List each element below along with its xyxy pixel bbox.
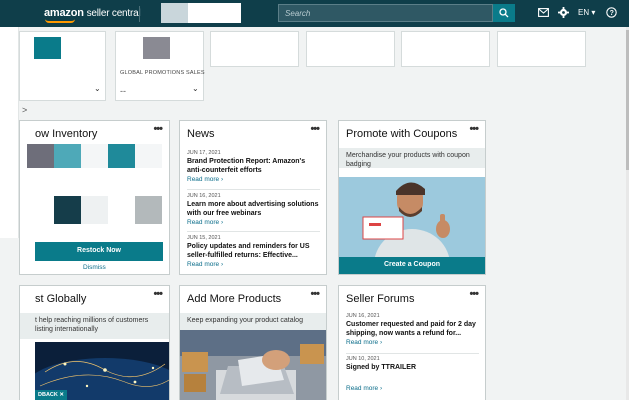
- forum-date: JUN 10, 2021: [346, 356, 380, 362]
- news-headline[interactable]: Policy updates and reminders for US sell…: [187, 243, 320, 260]
- seller-central-logo[interactable]: amazon seller central: [44, 7, 141, 19]
- sidebar-expand-chevron-icon[interactable]: >: [22, 105, 27, 115]
- chevron-down-icon[interactable]: ⌄: [94, 84, 101, 93]
- search-input[interactable]: Search: [278, 4, 493, 22]
- search-button[interactable]: [493, 4, 515, 22]
- product-image[interactable]: [81, 196, 108, 224]
- metric-card[interactable]: [401, 31, 490, 67]
- news-item: JUN 15, 2021 Policy updates and reminder…: [187, 235, 320, 268]
- header-divider: [139, 6, 140, 22]
- account-switcher-image[interactable]: [161, 3, 188, 23]
- global-promotions-value: --: [120, 86, 126, 96]
- top-navigation-bar: amazon seller central Search EN ▾ ?: [0, 0, 629, 27]
- logo-smile-icon: [45, 19, 75, 23]
- divider: [187, 189, 320, 190]
- more-options-icon[interactable]: •••: [153, 288, 163, 300]
- products-laptop-image: [180, 330, 326, 400]
- forum-date: JUN 16, 2021: [346, 313, 380, 319]
- read-more-link[interactable]: Read more ›: [187, 176, 320, 183]
- product-image[interactable]: [81, 144, 108, 168]
- news-item: JUN 16, 2021 Learn more about advertisin…: [187, 193, 320, 226]
- card-subtitle: t help reaching millions of customers li…: [20, 313, 169, 339]
- divider: [346, 353, 479, 354]
- news-item: JUN 17, 2021 Brand Protection Report: Am…: [187, 150, 320, 183]
- feedback-label: DBACK: [38, 392, 58, 398]
- more-options-icon[interactable]: •••: [469, 123, 479, 135]
- dismiss-link[interactable]: Dismiss: [83, 264, 106, 271]
- product-image[interactable]: [54, 196, 81, 224]
- close-icon[interactable]: ✕: [59, 392, 64, 398]
- svg-text:?: ?: [610, 10, 614, 17]
- metric-image: [34, 37, 61, 59]
- more-options-icon[interactable]: •••: [469, 288, 479, 300]
- product-image[interactable]: [108, 144, 135, 168]
- divider: [187, 231, 320, 232]
- gear-icon[interactable]: [558, 7, 569, 18]
- forum-headline[interactable]: Customer requested and paid for 2 day sh…: [346, 321, 479, 338]
- read-more-link[interactable]: Read more ›: [187, 219, 320, 226]
- metric-card[interactable]: [497, 31, 586, 67]
- news-date: JUN 16, 2021: [187, 193, 221, 199]
- news-headline[interactable]: Brand Protection Report: Amazon's anti-c…: [187, 158, 320, 175]
- metric-card[interactable]: ⌄: [19, 31, 106, 101]
- chevron-down-icon: ▾: [591, 8, 596, 17]
- coupon-promo-image: [339, 177, 485, 257]
- news-date: JUN 17, 2021: [187, 150, 221, 156]
- forum-item: JUN 10, 2021 Signed by TTRAILER: [346, 356, 479, 373]
- card-title: Add More Products: [187, 293, 282, 305]
- sell-globally-card: st Globally ••• t help reaching millions…: [19, 285, 170, 400]
- card-title: ow Inventory: [35, 128, 98, 140]
- product-image[interactable]: [135, 144, 162, 168]
- help-icon[interactable]: ?: [606, 7, 617, 18]
- logo-brand: amazon: [44, 7, 84, 19]
- global-promotions-card[interactable]: ⌄: [115, 31, 204, 101]
- logo-suffix: seller central: [86, 8, 141, 19]
- news-headline[interactable]: Learn more about advertising solutions w…: [187, 201, 320, 218]
- card-title: st Globally: [35, 293, 87, 305]
- seller-forums-card: Seller Forums ••• JUN 16, 2021 Customer …: [338, 285, 486, 400]
- language-selector[interactable]: EN ▾: [578, 8, 595, 17]
- card-title: Promote with Coupons: [346, 128, 458, 140]
- metric-card[interactable]: [210, 31, 299, 67]
- inventory-card: ow Inventory ••• Restock Now Dismiss: [19, 120, 170, 275]
- read-more-link[interactable]: Read more ›: [187, 261, 320, 268]
- left-sidebar: [0, 27, 19, 238]
- global-promotions-label: GLOBAL PROMOTIONS SALES: [120, 70, 205, 76]
- card-subtitle: Keep expanding your product catalog: [180, 313, 326, 330]
- product-image[interactable]: [54, 144, 81, 168]
- more-options-icon[interactable]: •••: [310, 288, 320, 300]
- read-more-link[interactable]: Read more ›: [346, 339, 479, 346]
- restock-now-button[interactable]: Restock Now: [35, 242, 163, 261]
- language-label: EN: [578, 8, 590, 17]
- news-card: News ••• JUN 17, 2021 Brand Protection R…: [179, 120, 327, 275]
- forum-item: JUN 16, 2021 Customer requested and paid…: [346, 313, 479, 346]
- coupons-card: Promote with Coupons ••• Merchandise you…: [338, 120, 486, 275]
- add-products-card: Add More Products ••• Keep expanding you…: [179, 285, 327, 400]
- read-more-link[interactable]: Read more ›: [346, 385, 382, 392]
- product-image[interactable]: [135, 196, 162, 224]
- create-coupon-button[interactable]: Create a Coupon: [339, 257, 485, 274]
- mail-icon[interactable]: [538, 8, 549, 17]
- metric-image: [143, 37, 170, 59]
- chevron-down-icon[interactable]: ⌄: [192, 84, 199, 93]
- account-switcher-label[interactable]: [188, 3, 241, 23]
- card-subtitle: Merchandise your products with coupon ba…: [339, 148, 485, 168]
- more-options-icon[interactable]: •••: [310, 123, 320, 135]
- forum-headline[interactable]: Signed by TTRAILER: [346, 364, 479, 373]
- metric-card[interactable]: [306, 31, 395, 67]
- more-options-icon[interactable]: •••: [153, 123, 163, 135]
- news-date: JUN 15, 2021: [187, 235, 221, 241]
- product-image[interactable]: [27, 144, 54, 168]
- feedback-button[interactable]: DBACK ✕: [35, 390, 68, 400]
- card-title: News: [187, 128, 215, 140]
- search-icon: [499, 8, 509, 18]
- card-title: Seller Forums: [346, 293, 415, 305]
